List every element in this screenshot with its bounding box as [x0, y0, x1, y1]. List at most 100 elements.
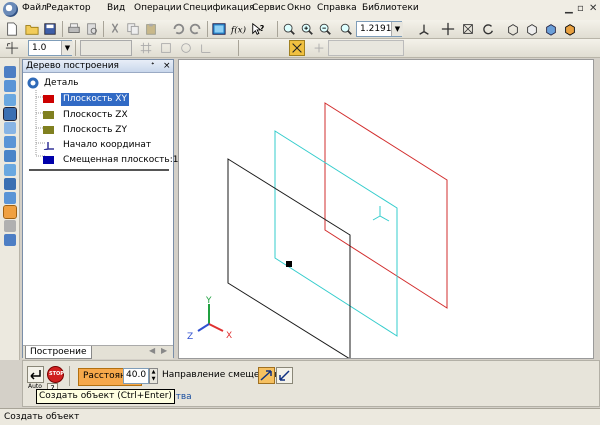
close-icon[interactable]: ✕	[589, 3, 597, 14]
toolbar-separator	[207, 21, 208, 37]
redo-icon[interactable]	[188, 21, 204, 37]
plane-zx-icon	[43, 111, 54, 119]
variables-icon[interactable]	[211, 21, 227, 37]
offset-plane-preview-outline[interactable]	[227, 158, 351, 358]
orientation-icon[interactable]	[416, 21, 432, 37]
new-document-icon[interactable]	[4, 21, 20, 37]
axis-label-y: Y	[206, 296, 212, 306]
sketch-icon[interactable]	[3, 205, 17, 219]
zoom-region-icon[interactable]	[281, 21, 297, 37]
snap-icon[interactable]	[158, 40, 174, 56]
menu-service[interactable]: Сервис	[252, 3, 286, 13]
print-icon[interactable]	[66, 21, 82, 37]
print-preview-icon[interactable]	[84, 21, 100, 37]
close-icon[interactable]: ×	[163, 61, 171, 71]
paste-icon[interactable]	[143, 21, 159, 37]
tree-item-label: Смещенная плоскость:1	[63, 155, 179, 165]
pin-icon[interactable]: ᐩ	[151, 61, 155, 71]
property-panel: STOP Auto ? Расстояние 40.0 ▲▼ Направлен…	[22, 360, 600, 407]
model-viewport[interactable]: Y X Z	[178, 59, 594, 359]
plane-xy-icon	[43, 95, 54, 103]
shaded-edges-icon[interactable]	[562, 21, 578, 37]
tree-title: Дерево построения	[26, 61, 119, 71]
toolbar-separator	[62, 21, 63, 37]
origin-icon	[43, 142, 54, 150]
solid-icon[interactable]	[4, 220, 16, 232]
measure-icon[interactable]	[4, 136, 16, 148]
assembly-icon[interactable]	[4, 234, 16, 246]
move-icon[interactable]	[440, 21, 456, 37]
shaded-icon[interactable]	[543, 21, 559, 37]
sketch-line-icon[interactable]	[4, 192, 16, 204]
point-icon[interactable]	[311, 40, 327, 56]
surfaces-icon[interactable]	[4, 94, 16, 106]
axis-triad	[197, 304, 224, 332]
coordinate-field[interactable]	[328, 40, 404, 56]
restore-icon[interactable]: ▫	[577, 3, 584, 14]
tree-title-bar: Дерево построения ᐩ ×	[23, 60, 173, 73]
menu-operations[interactable]: Операции	[134, 3, 182, 13]
distance-input[interactable]: 40.0	[123, 368, 149, 384]
grid-icon[interactable]	[138, 40, 154, 56]
create-object-button[interactable]	[27, 366, 44, 383]
aux-geometry-icon[interactable]	[4, 122, 16, 134]
offset-plane-outline[interactable]	[274, 130, 398, 337]
chevron-down-icon[interactable]: ▼	[391, 22, 403, 36]
reports-icon[interactable]	[4, 178, 16, 190]
part-icon	[27, 77, 39, 89]
coordinate-icon[interactable]	[289, 40, 305, 56]
refresh-icon[interactable]	[480, 21, 496, 37]
hidden-lines-icon[interactable]	[524, 21, 540, 37]
tab-scroll-right-icon[interactable]: ▶	[161, 346, 167, 355]
scale-icon[interactable]	[178, 40, 194, 56]
distance-spinner[interactable]: ▲ ▼	[149, 368, 158, 384]
menu-view[interactable]: Вид	[107, 3, 125, 13]
direction-reverse-button[interactable]	[276, 367, 293, 384]
kompas-logo-icon[interactable]	[3, 2, 18, 17]
save-icon[interactable]	[42, 21, 58, 37]
stop-label: STOP	[49, 371, 64, 377]
zoom-fit-icon[interactable]	[338, 21, 354, 37]
curves-icon[interactable]	[4, 80, 16, 92]
tree-tab-bar: Построение ◀ ▶	[23, 345, 173, 359]
tree-item-label: Плоскость XY	[61, 93, 129, 106]
zoom-out-icon[interactable]	[317, 21, 333, 37]
tab-construction[interactable]: Построение	[25, 346, 92, 359]
menu-editor[interactable]: Редактор	[46, 3, 91, 13]
copy-icon[interactable]	[125, 21, 141, 37]
filter-icon[interactable]	[4, 150, 16, 162]
local-cs-icon[interactable]	[198, 40, 214, 56]
status-bar: Создать объект	[0, 408, 600, 425]
status-text: Создать объект	[4, 412, 80, 422]
menu-specification[interactable]: Спецификация	[183, 3, 255, 13]
current-state-toolbar: 1.0 ▼	[0, 39, 600, 58]
specification-icon[interactable]	[4, 164, 16, 176]
edit-details-icon[interactable]	[4, 66, 16, 78]
z-axis	[197, 323, 210, 332]
wireframe-icon[interactable]	[505, 21, 521, 37]
rotate-icon[interactable]	[460, 21, 476, 37]
direction-forward-button[interactable]	[258, 367, 275, 384]
help-cursor-icon[interactable]: ?	[250, 21, 266, 37]
function-icon[interactable]: f(x)	[229, 21, 247, 37]
layer-select[interactable]	[80, 40, 132, 56]
axis-label-x: X	[226, 331, 233, 341]
plane-xy-outline[interactable]	[324, 102, 448, 309]
feature-tree-panel: Дерево построения ᐩ × Деталь Плоскость X…	[22, 59, 178, 359]
stop-button[interactable]: STOP	[47, 366, 64, 383]
cut-icon[interactable]	[107, 21, 123, 37]
tab-scroll-left-icon[interactable]: ◀	[149, 346, 155, 355]
zoom-in-icon[interactable]	[299, 21, 315, 37]
menu-window[interactable]: Окно	[287, 3, 311, 13]
cursor-step-icon[interactable]	[4, 40, 20, 56]
minimize-icon[interactable]: ▁	[565, 3, 573, 14]
preview-point-marker	[286, 261, 292, 267]
menu-file[interactable]: Файл	[22, 3, 47, 13]
arrays-icon[interactable]	[3, 107, 17, 121]
menu-help[interactable]: Справка	[317, 3, 357, 13]
svg-text:f(x): f(x)	[230, 25, 247, 36]
open-folder-icon[interactable]	[24, 21, 40, 37]
undo-icon[interactable]	[170, 21, 186, 37]
menu-libraries[interactable]: Библиотеки	[362, 3, 419, 13]
chevron-down-icon[interactable]: ▼	[61, 41, 73, 55]
